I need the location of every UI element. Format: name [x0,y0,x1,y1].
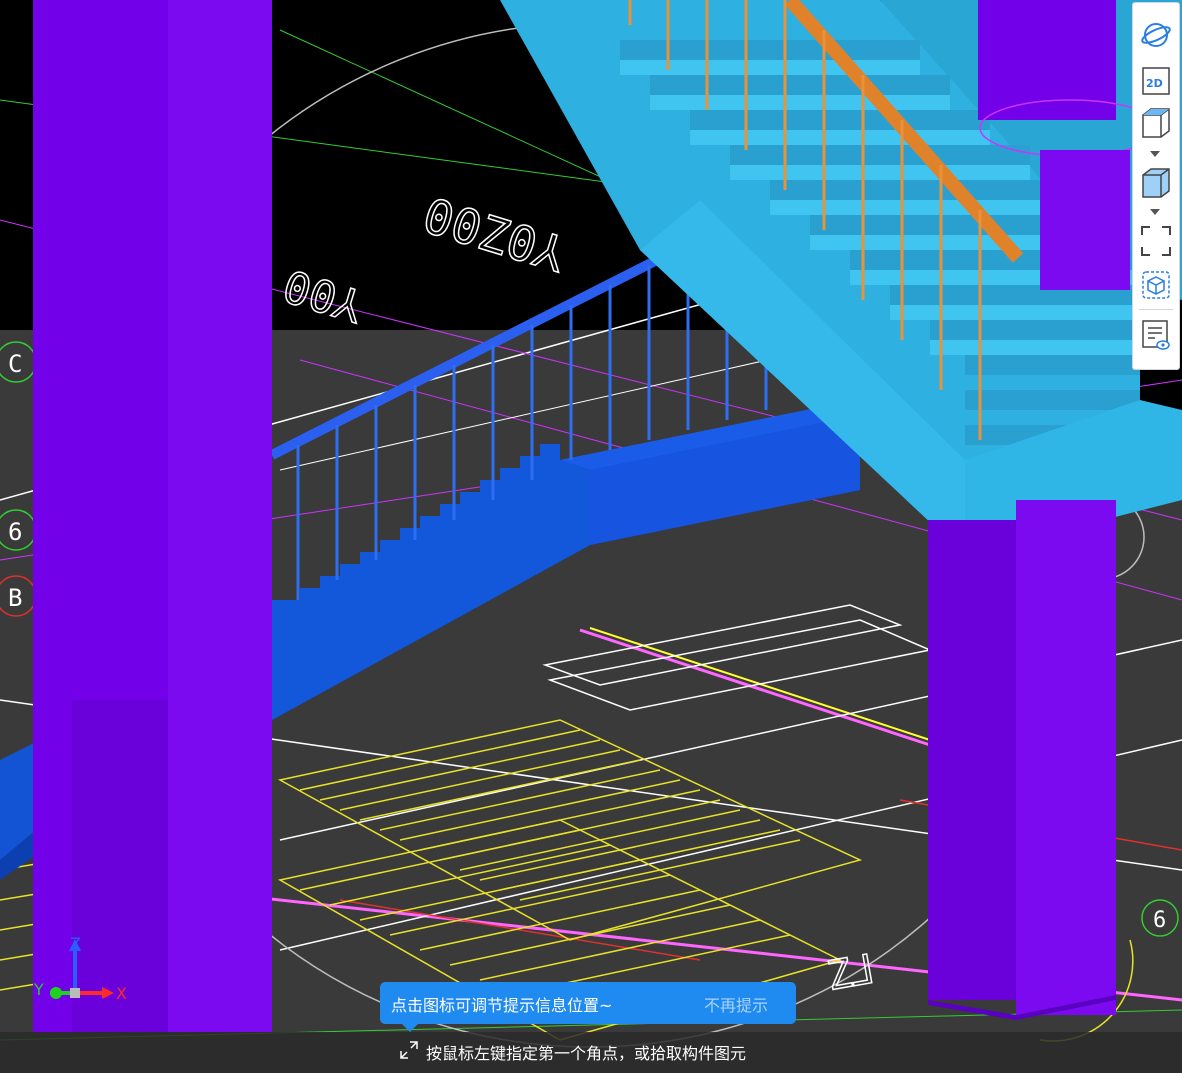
prompt-text: 按鼠标左键指定第一个角点，或拾取构件图元 [426,1044,747,1063]
hint-tooltip[interactable]: 点击图标可调节提示信息位置~ 不再提示 [380,982,796,1032]
grid-label-b: B [8,584,22,612]
component-select-button[interactable] [1138,267,1174,303]
orbit-button[interactable] [1138,17,1174,53]
zoom-extents-button[interactable] [1138,223,1174,259]
grid-label-c: C [8,350,22,378]
column-left[interactable] [33,0,272,1032]
2d-view-icon: 2D [1141,66,1171,96]
3d-viewport[interactable]: 00Z0⅄ 00⅄ 00⅄ 00⅄ Z⅃ C 6 B 6 [0,0,1182,1073]
svg-text:Z⅃: Z⅃ [824,946,878,999]
view-toolbar: 2D [1132,2,1180,370]
chevron-down-icon[interactable] [1150,151,1160,157]
toolbar-divider [1139,309,1173,310]
corner-select-icon [398,1039,420,1065]
column-right[interactable] [928,500,1116,1020]
orbit-icon [1140,19,1172,51]
axis-x-label: X [116,984,127,1003]
axis-z-label: Z [70,935,81,953]
model-scene[interactable]: 00Z0⅄ 00⅄ 00⅄ 00⅄ Z⅃ C 6 B 6 [0,0,1182,1073]
chevron-down-icon[interactable] [1150,209,1160,215]
svg-text:2D: 2D [1146,77,1163,90]
hint-message[interactable]: 点击图标可调节提示信息位置~ [391,992,612,1016]
component-cube-icon [1141,270,1171,300]
dont-show-again-link[interactable]: 不再提示 [704,992,768,1016]
zoom-extents-icon [1140,225,1172,257]
view-cube-wire-button[interactable] [1138,105,1174,141]
view-cube-solid-button[interactable] [1138,165,1174,201]
axis-y-label: Y [33,980,44,999]
properties-panel-button[interactable] [1138,317,1174,353]
2d-view-button[interactable]: 2D [1138,63,1174,99]
cube-solid-icon [1140,166,1172,200]
grid-label-6-left: 6 [8,518,22,546]
tooltip-tail [402,1024,418,1032]
cube-wire-icon [1140,106,1172,140]
grid-label-6-right: 6 [1153,908,1166,933]
properties-list-icon [1141,319,1171,351]
axis-gizmo: Z X Y [30,934,130,1015]
command-prompt: 按鼠标左键指定第一个角点，或拾取构件图元 [398,1038,746,1066]
